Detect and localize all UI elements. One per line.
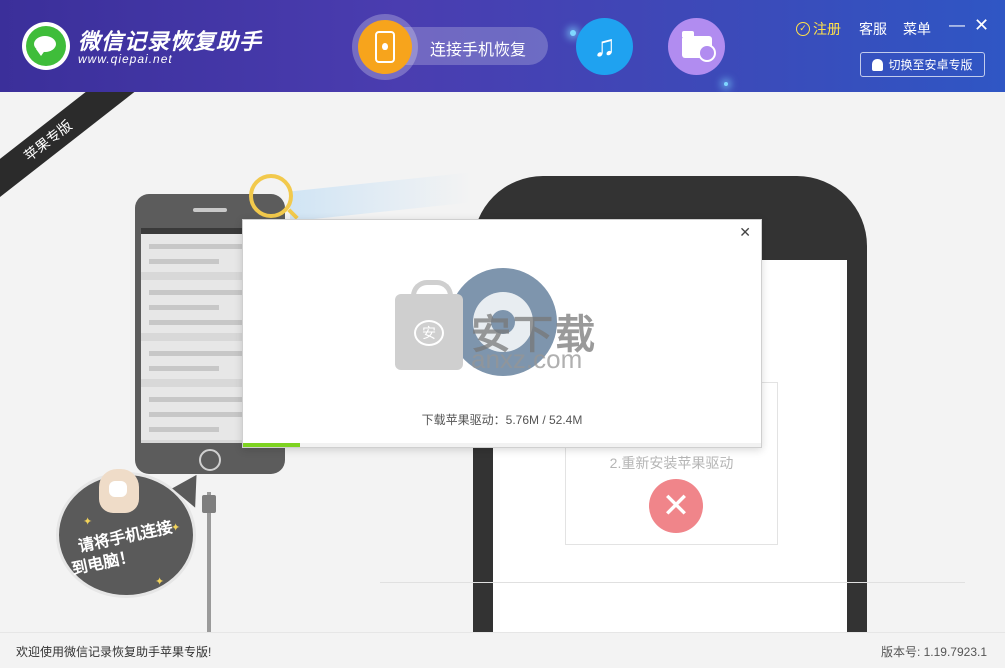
switch-android-label: 切换至安卓专版 xyxy=(888,58,973,72)
sparkle-icon: ✦ xyxy=(155,576,165,588)
decorative-glow xyxy=(570,30,576,36)
minimize-button[interactable]: — xyxy=(949,17,965,35)
decorative-glow xyxy=(724,82,728,86)
switch-android-button[interactable]: 切换至安卓专版 xyxy=(860,52,985,77)
download-progress-bar xyxy=(243,443,761,447)
watermark-domain: anxz.com xyxy=(471,344,583,374)
folder-clock-icon xyxy=(681,30,716,62)
music-note-icon: ♫ xyxy=(593,29,616,63)
title-bar: 微信记录恢复助手 www.qiepai.net 连接手机恢复 ♫ ✓ 注册 客服… xyxy=(0,0,1005,92)
divider xyxy=(380,582,965,583)
finger-icon xyxy=(99,469,139,513)
status-bar: 欢迎使用微信记录恢复助手苹果专版! 版本号: 1.19.7923.1 xyxy=(0,632,1005,668)
history-folder-button[interactable] xyxy=(668,18,725,75)
sparkle-icon: ✦ xyxy=(83,516,93,528)
sparkle-icon: ✦ xyxy=(171,522,181,534)
error-x-icon[interactable]: ✕ xyxy=(649,479,703,533)
dialog-close-button[interactable]: ✕ xyxy=(739,224,751,241)
reinstall-driver-step: 2.重新安装苹果驱动 xyxy=(609,455,734,471)
app-url: www.qiepai.net xyxy=(78,52,173,66)
register-label: 注册 xyxy=(813,21,841,37)
download-status: 下载苹果驱动：5.76M / 52.4M xyxy=(421,413,583,427)
android-icon xyxy=(872,58,884,71)
customer-service-link[interactable]: 客服 xyxy=(859,19,887,39)
scan-beam xyxy=(290,172,470,222)
connect-hint-bubble: 请将手机连接 到电脑！ ✦ ✦ ✦ xyxy=(56,468,212,598)
magnifier-icon xyxy=(249,174,293,218)
close-window-button[interactable]: ✕ xyxy=(974,15,989,36)
usb-cable xyxy=(207,492,211,632)
watermark-logo: 安 安下载 anxz.com xyxy=(393,266,613,376)
phone-icon[interactable] xyxy=(352,14,418,80)
connect-phone-recover-label: 连接手机恢复 xyxy=(430,42,527,59)
download-progress-fill xyxy=(243,443,300,447)
driver-download-dialog: ✕ 安 安下载 anxz.com 下载苹果驱动：5.76M / 52.4M xyxy=(242,219,762,448)
usb-plug-icon xyxy=(202,495,216,513)
wechat-logo-icon xyxy=(22,22,70,70)
edition-ribbon: 苹果专版 xyxy=(0,92,140,206)
itunes-backup-recover-button[interactable]: ♫ xyxy=(576,18,633,75)
register-link[interactable]: ✓ 注册 xyxy=(796,19,841,39)
menu-link[interactable]: 菜单 xyxy=(903,19,931,39)
check-circle-icon: ✓ xyxy=(796,22,810,36)
version-text: 版本号: 1.19.7923.1 xyxy=(880,645,987,659)
welcome-text: 欢迎使用微信记录恢复助手苹果专版! xyxy=(16,645,212,659)
shopping-bag-icon: 安 xyxy=(395,280,463,370)
